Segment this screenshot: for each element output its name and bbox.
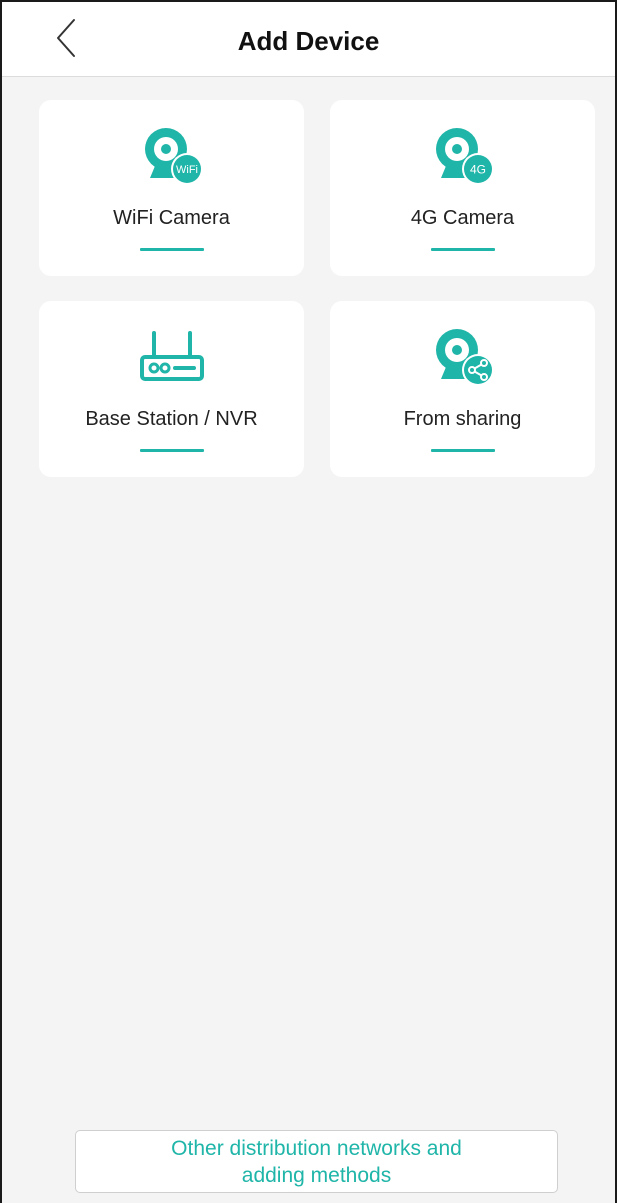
base-station-label: Base Station / NVR xyxy=(85,408,258,430)
wifi-camera-icon: WiFi xyxy=(144,128,203,185)
other-methods-line2: adding methods xyxy=(241,1164,392,1187)
wifi-camera-label: WiFi Camera xyxy=(113,207,230,229)
wifi-badge-text: WiFi xyxy=(176,164,198,176)
card-underline xyxy=(139,449,204,452)
card-underline xyxy=(430,248,495,251)
wifi-camera-card[interactable]: WiFi WiFi Camera xyxy=(39,100,304,276)
card-underline xyxy=(139,248,204,251)
from-sharing-label: From sharing xyxy=(403,408,522,430)
top-nav-bar: Add Device xyxy=(2,2,615,77)
other-methods-button[interactable]: Other distribution networks and adding m… xyxy=(75,1130,558,1193)
page-title: Add Device xyxy=(237,26,380,56)
other-methods-line1: Other distribution networks and xyxy=(171,1137,462,1160)
4g-camera-card[interactable]: 4G 4G Camera xyxy=(330,100,595,276)
share-camera-icon xyxy=(435,329,494,386)
from-sharing-card[interactable]: From sharing xyxy=(330,301,595,477)
4g-badge-text: 4G xyxy=(469,163,485,177)
app-screen: Add Device WiFi WiFi Camera 4G 4G Camera xyxy=(0,0,617,1203)
4g-camera-label: 4G Camera xyxy=(410,207,515,229)
4g-camera-icon: 4G xyxy=(435,128,494,185)
card-underline xyxy=(430,449,495,452)
base-station-card[interactable]: Base Station / NVR xyxy=(39,301,304,477)
router-icon xyxy=(139,331,204,381)
